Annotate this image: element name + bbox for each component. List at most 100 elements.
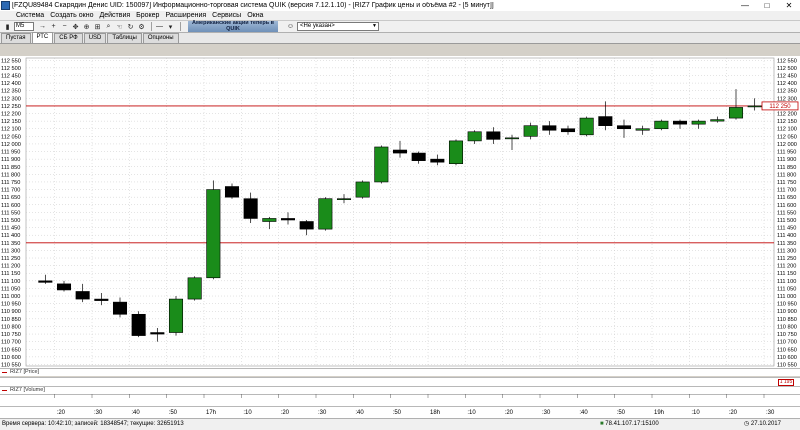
hand-icon[interactable]: ☜ bbox=[115, 22, 124, 31]
volume-value-box: 1 195 bbox=[778, 379, 794, 386]
x-tick-label: 17h bbox=[206, 410, 216, 416]
candle-body-down bbox=[224, 186, 240, 198]
candle-body-down bbox=[112, 301, 128, 315]
app-icon bbox=[1, 1, 10, 10]
x-tick-label: :20 bbox=[505, 410, 514, 416]
clock-icon: ◷ bbox=[744, 421, 750, 427]
menu-actions[interactable]: Действия bbox=[96, 12, 133, 19]
time-axis: :20:30:40:50 17h:10:20:30:40:50 18h:10:20:… bbox=[0, 394, 800, 418]
y-tick-label-left: 111 650 bbox=[1, 195, 20, 201]
y-tick-label-left: 112 500 bbox=[1, 66, 21, 72]
y-tick-label-left: 112 200 bbox=[1, 112, 21, 118]
window-tabs: Пустая РТС СБ РФ USD Таблицы Опционы bbox=[0, 32, 800, 44]
menu-services[interactable]: Сервисы bbox=[209, 12, 244, 19]
account-select[interactable]: <Не указан> ▼ bbox=[297, 22, 379, 31]
connection-address: 78.41.107.17:15100 bbox=[605, 421, 659, 427]
tab-rts[interactable]: РТС bbox=[31, 32, 54, 43]
zoom-out-icon[interactable]: − bbox=[60, 22, 69, 31]
close-button[interactable]: ✕ bbox=[778, 0, 800, 11]
y-tick-label-left: 111 900 bbox=[1, 157, 20, 163]
candle-body-up bbox=[318, 198, 333, 230]
tab-usd[interactable]: USD bbox=[83, 33, 107, 43]
volume-panel-legend: RIZ7 [Volume] bbox=[0, 386, 800, 394]
menu-system[interactable]: Система bbox=[13, 12, 47, 19]
candle-body-down bbox=[616, 125, 632, 130]
candle-body-up bbox=[355, 181, 370, 198]
tab-options[interactable]: Опционы bbox=[142, 33, 179, 43]
candle-body-down bbox=[94, 298, 109, 301]
y-tick-label-right: 110 900 bbox=[777, 309, 797, 315]
move-icon[interactable]: ✥ bbox=[71, 22, 80, 31]
candle-body-down bbox=[131, 313, 146, 336]
candle-body-up bbox=[262, 218, 277, 222]
tab-sber[interactable]: СБ РФ bbox=[54, 33, 83, 43]
toolbar-separator bbox=[180, 22, 181, 31]
y-tick-label-right: 111 000 bbox=[777, 294, 796, 300]
y-tick-label-left: 112 550 bbox=[1, 58, 21, 64]
y-tick-label-left: 110 750 bbox=[1, 332, 21, 338]
maximize-button[interactable]: □ bbox=[756, 0, 778, 11]
price-panel-label: RIZ7 [Price] bbox=[10, 369, 40, 375]
x-tick-label: :20 bbox=[729, 410, 738, 416]
y-tick-label-left: 111 350 bbox=[1, 241, 20, 247]
scale-icon[interactable]: ⊞ bbox=[93, 22, 102, 31]
y-tick-label-right: 111 250 bbox=[777, 256, 796, 262]
y-tick-label-right: 111 200 bbox=[777, 264, 796, 270]
menu-broker[interactable]: Брокер bbox=[133, 12, 162, 19]
menu-windows[interactable]: Окна bbox=[244, 12, 266, 19]
y-tick-label-left: 112 000 bbox=[1, 142, 21, 148]
candle-body-up bbox=[374, 146, 389, 183]
y-tick-label-right: 112 000 bbox=[777, 142, 797, 148]
price-chart[interactable]: 110 550110 600110 650110 700110 750110 8… bbox=[0, 56, 800, 368]
y-tick-label-left: 111 000 bbox=[1, 294, 20, 300]
y-tick-label-left: 111 450 bbox=[1, 226, 20, 232]
y-tick-label-right: 110 800 bbox=[777, 324, 797, 330]
y-tick-label-right: 110 600 bbox=[777, 355, 797, 361]
chart-bars-icon[interactable]: ▮ bbox=[3, 22, 12, 31]
x-tick-label: :10 bbox=[243, 410, 252, 416]
promo-banner[interactable]: Американские акции теперь в QUIK bbox=[188, 20, 278, 32]
y-tick-label-left: 112 250 bbox=[1, 104, 21, 110]
y-tick-label-right: 111 500 bbox=[777, 218, 796, 224]
x-tick-label: :40 bbox=[579, 410, 588, 416]
x-tick-label: :20 bbox=[281, 410, 290, 416]
y-tick-label-right: 112 300 bbox=[777, 96, 797, 102]
zoom-in-icon[interactable]: + bbox=[49, 22, 58, 31]
candle-body-up bbox=[467, 131, 482, 142]
candle-body-up bbox=[187, 277, 202, 300]
arrow-right-icon[interactable]: → bbox=[38, 22, 47, 31]
y-tick-label-right: 112 400 bbox=[777, 81, 797, 87]
search-icon[interactable]: ⌕ bbox=[104, 22, 113, 31]
menu-create-window[interactable]: Создать окно bbox=[47, 12, 96, 19]
minimize-button[interactable]: — bbox=[734, 0, 756, 11]
y-tick-label-right: 111 950 bbox=[777, 150, 796, 156]
candle-body-down bbox=[560, 128, 576, 133]
fit-icon[interactable]: ⊕ bbox=[82, 22, 91, 31]
last-price-marker: 112 250 bbox=[761, 101, 799, 111]
line-icon[interactable]: — bbox=[155, 22, 164, 31]
x-tick-label: :10 bbox=[467, 410, 476, 416]
y-tick-label-left: 110 600 bbox=[1, 355, 21, 361]
people-icon[interactable]: ☺ bbox=[286, 22, 295, 31]
x-tick-label: :40 bbox=[131, 410, 140, 416]
tab-tables[interactable]: Таблицы bbox=[107, 33, 142, 43]
candle-body-up bbox=[206, 189, 221, 279]
candle-body-up bbox=[336, 198, 352, 200]
y-tick-label-left: 111 300 bbox=[1, 248, 20, 254]
window-title: [FZQU89484 Скарядин Денис UID: 150097] И… bbox=[12, 2, 494, 9]
settings-icon[interactable]: ⚙ bbox=[137, 22, 146, 31]
tab-empty[interactable]: Пустая bbox=[1, 33, 31, 43]
y-tick-label-left: 111 500 bbox=[1, 218, 20, 224]
y-tick-label-left: 111 200 bbox=[1, 264, 20, 270]
y-tick-label-left: 111 550 bbox=[1, 210, 20, 216]
y-tick-label-right: 110 850 bbox=[777, 317, 797, 323]
chevron-down-icon[interactable]: ▾ bbox=[166, 22, 175, 31]
server-time-status: Время сервера: 10:42:10; записей: 183485… bbox=[2, 421, 184, 427]
candle-body-down bbox=[411, 152, 426, 161]
refresh-icon[interactable]: ↻ bbox=[126, 22, 135, 31]
menu-extensions[interactable]: Расширения bbox=[162, 12, 209, 19]
price-panel-legend: RIZ7 [Price] bbox=[0, 368, 800, 376]
y-tick-label-right: 111 350 bbox=[777, 241, 796, 247]
y-tick-label-left: 111 100 bbox=[1, 279, 20, 285]
interval-select[interactable]: M5 bbox=[14, 22, 34, 31]
